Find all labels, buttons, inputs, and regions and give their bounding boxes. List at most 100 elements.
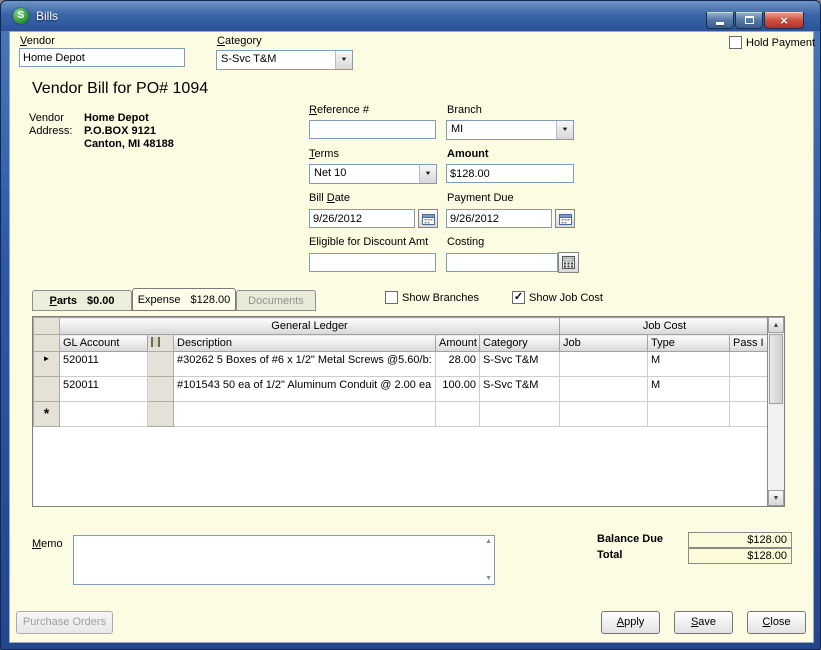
costing-input[interactable] <box>446 253 558 272</box>
show-job-cost-label: Show Job Cost <box>529 291 603 304</box>
calendar-icon <box>421 213 435 225</box>
vendor-address-value: Home Depot P.O.BOX 9121 Canton, MI 48188 <box>84 112 174 151</box>
hold-payment-checkbox[interactable] <box>729 36 742 49</box>
column-header-category: Category <box>478 334 561 352</box>
cell-job[interactable] <box>559 401 649 427</box>
minimize-button[interactable] <box>706 12 734 29</box>
cell-amount[interactable]: 28.00 <box>435 351 480 377</box>
cell-description[interactable] <box>173 401 436 427</box>
tab-documents-label: Documents <box>248 294 304 307</box>
scrollbar-thumb[interactable] <box>769 334 783 404</box>
memo-input[interactable] <box>74 536 494 584</box>
cell-type[interactable] <box>647 401 731 427</box>
cell-type[interactable]: M <box>647 376 731 402</box>
bill-date-calendar-button[interactable] <box>418 209 438 228</box>
cell-description[interactable]: #101543 50 ea of 1/2" Aluminum Conduit @… <box>173 376 436 402</box>
cell-category[interactable]: S-Svc T&M <box>478 376 561 402</box>
tab-expense-label: Expense <box>137 293 181 306</box>
payment-due-label: Payment Due <box>447 192 514 204</box>
title-bar[interactable]: S Bills × <box>1 1 820 31</box>
discount-input[interactable] <box>309 253 436 272</box>
cell-description[interactable]: #30262 5 Boxes of #6 x 1/2" Metal Screws… <box>173 351 436 377</box>
cell-pass[interactable] <box>729 401 768 427</box>
row-selector-current[interactable]: ► <box>33 351 60 377</box>
cell-pass[interactable] <box>729 351 768 377</box>
tab-parts-label: Parts <box>49 294 77 307</box>
branch-value: MI <box>451 123 464 135</box>
terms-select[interactable]: Net 10 ▼ <box>309 164 437 184</box>
cell-type[interactable]: M <box>647 351 731 377</box>
cell-grip-button[interactable] <box>147 376 174 402</box>
cell-category[interactable]: S-Svc T&M <box>478 351 561 377</box>
memo-scroll-up-icon[interactable]: ▲ <box>485 538 492 545</box>
scroll-up-button[interactable]: ▲ <box>768 317 784 333</box>
cell-gl-account[interactable] <box>59 401 148 427</box>
row-selector[interactable] <box>33 376 60 402</box>
show-job-cost-checkbox-group: ✓ Show Job Cost <box>512 291 603 304</box>
grid-vertical-scrollbar[interactable]: ▲ ▼ <box>767 317 784 506</box>
close-button[interactable]: × <box>764 12 804 29</box>
column-header-pass: Pass I <box>729 334 768 352</box>
payment-due-calendar-button[interactable] <box>555 209 575 228</box>
cell-category[interactable] <box>478 401 561 427</box>
cell-job[interactable] <box>559 351 649 377</box>
calculator-icon <box>562 256 575 269</box>
tab-documents[interactable]: Documents <box>236 290 316 311</box>
hold-payment-label: Hold Payment <box>746 36 816 49</box>
grid-column-header-row: GL Account Description Amount Category J… <box>33 334 768 352</box>
row-selector-header <box>33 334 60 352</box>
scrollbar-track[interactable] <box>768 405 784 490</box>
category-select[interactable]: S-Svc T&M ▼ <box>216 50 353 70</box>
scroll-down-icon: ▼ <box>772 494 780 502</box>
vendor-name: Home Depot <box>84 112 149 124</box>
memo-scroll-down-icon[interactable]: ▼ <box>485 575 492 582</box>
maximize-button[interactable] <box>735 12 763 29</box>
amount-input[interactable] <box>446 164 574 183</box>
costing-calculator-button[interactable] <box>558 252 579 273</box>
payment-due-input[interactable] <box>446 209 552 228</box>
vendor-input[interactable] <box>19 48 185 67</box>
terms-value: Net 10 <box>314 167 347 179</box>
scroll-down-button[interactable]: ▼ <box>768 490 784 506</box>
save-button[interactable]: Save <box>674 611 733 634</box>
cell-amount[interactable]: 100.00 <box>435 376 480 402</box>
grid-corner-cell <box>33 317 60 335</box>
category-dropdown-button[interactable]: ▼ <box>335 51 352 69</box>
apply-button[interactable]: Apply <box>601 611 660 634</box>
page-title: Vendor Bill for PO# 1094 <box>32 80 209 97</box>
cell-job[interactable] <box>559 376 649 402</box>
balance-due-value: $128.00 <box>688 532 792 548</box>
branch-select[interactable]: MI ▼ <box>446 120 574 140</box>
terms-dropdown-button[interactable]: ▼ <box>419 165 436 183</box>
chevron-down-icon: ▼ <box>340 57 348 63</box>
tab-expense[interactable]: Expense $128.00 <box>132 288 236 311</box>
column-header-amount: Amount <box>435 334 480 352</box>
cell-gl-account[interactable]: 520011 <box>59 376 148 402</box>
new-row-asterisk-icon: * <box>43 405 50 421</box>
cell-gl-account[interactable]: 520011 <box>59 351 148 377</box>
cell-pass[interactable] <box>729 376 768 402</box>
purchase-orders-button[interactable]: Purchase Orders <box>16 611 113 634</box>
total-label: Total <box>597 549 623 561</box>
close-dialog-button[interactable]: Close <box>747 611 806 634</box>
bill-date-input[interactable] <box>309 209 415 228</box>
vendor-address-label: Vendor Address: <box>29 112 72 138</box>
cell-grip-button[interactable] <box>147 401 174 427</box>
branch-dropdown-button[interactable]: ▼ <box>556 121 573 139</box>
show-branches-checkbox[interactable] <box>385 291 398 304</box>
terms-label: Terms <box>309 148 339 160</box>
cell-amount[interactable] <box>435 401 480 427</box>
costing-label: Costing <box>447 236 485 248</box>
window-title: Bills <box>36 9 59 23</box>
show-job-cost-checkbox[interactable]: ✓ <box>512 291 525 304</box>
reference-input[interactable] <box>309 120 436 139</box>
tab-parts[interactable]: Parts $0.00 <box>32 290 132 311</box>
group-header-general-ledger: General Ledger <box>58 317 561 335</box>
new-row-selector[interactable]: * <box>33 401 60 427</box>
bill-date-label: Bill Date <box>309 192 350 204</box>
chevron-down-icon: ▼ <box>561 127 569 133</box>
cell-grip-button[interactable] <box>147 351 174 377</box>
minimize-icon <box>716 22 724 25</box>
reference-label: Reference # <box>309 104 369 116</box>
total-value: $128.00 <box>688 548 792 564</box>
